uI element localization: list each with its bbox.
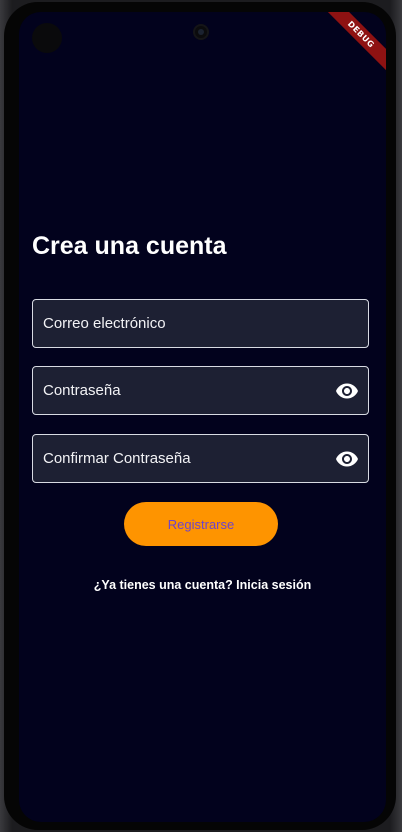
device-bezel: DEBUG Crea una cuenta Registrarse ¿Ya ti… xyxy=(4,2,396,830)
debug-banner: DEBUG xyxy=(316,12,386,79)
eye-icon[interactable] xyxy=(335,447,359,471)
email-input[interactable] xyxy=(33,300,368,347)
confirm-password-input[interactable] xyxy=(33,435,368,482)
password-input[interactable] xyxy=(33,367,368,414)
email-field[interactable] xyxy=(32,299,369,348)
app-screen: DEBUG Crea una cuenta Registrarse ¿Ya ti… xyxy=(19,12,386,822)
page-title: Crea una cuenta xyxy=(32,232,227,260)
login-link[interactable]: ¿Ya tienes una cuenta? Inicia sesión xyxy=(19,578,386,592)
device-frame: DEBUG Crea una cuenta Registrarse ¿Ya ti… xyxy=(0,0,402,832)
eye-icon[interactable] xyxy=(335,379,359,403)
confirm-password-field[interactable] xyxy=(32,434,369,483)
status-bar-indicator xyxy=(32,23,62,53)
front-camera-icon xyxy=(193,24,209,40)
password-field[interactable] xyxy=(32,366,369,415)
register-button[interactable]: Registrarse xyxy=(124,502,278,546)
